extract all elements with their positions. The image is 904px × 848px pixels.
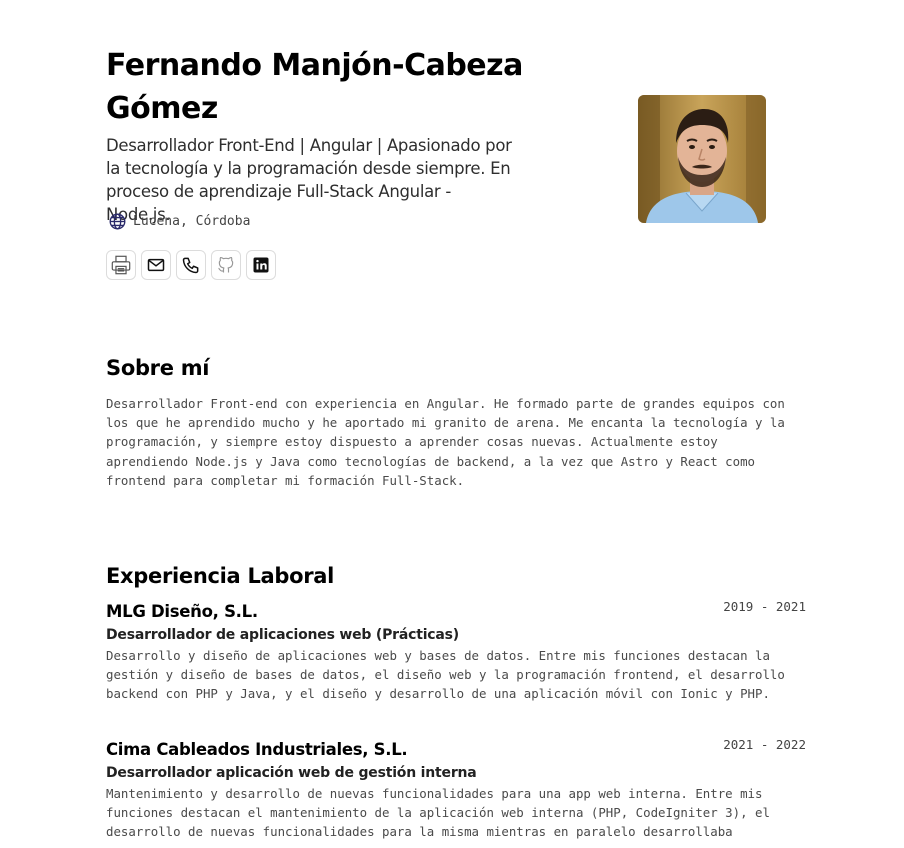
experience-section: Experiencia Laboral MLG Diseño, S.L. 201… <box>106 564 806 841</box>
profile-name: Fernando Manjón-Cabeza Gómez <box>106 48 523 126</box>
about-title: Sobre mí <box>106 356 210 380</box>
print-button[interactable] <box>106 250 136 280</box>
resume-page: Fernando Manjón-Cabeza Gómez Desarrollad… <box>106 0 806 839</box>
github-button[interactable] <box>211 250 241 280</box>
email-button[interactable] <box>141 250 171 280</box>
linkedin-icon <box>252 256 270 274</box>
job-description: Mantenimiento y desarrollo de nuevas fun… <box>106 785 770 840</box>
job-dates: 2019 - 2021 <box>723 599 806 614</box>
about-text: Desarrollador Front-end con experiencia … <box>106 396 785 488</box>
printer-icon <box>110 254 132 276</box>
github-icon <box>216 255 236 275</box>
job-item: MLG Diseño, S.L. 2019 - 2021 Desarrollad… <box>106 599 806 704</box>
job-role: Desarrollador aplicación web de gestión … <box>106 764 477 781</box>
mail-icon <box>146 255 166 275</box>
profile-photo <box>638 95 766 223</box>
location-label: Lucena, Córdoba <box>133 214 251 229</box>
job-role: Desarrollador de aplicaciones web (Práct… <box>106 627 459 643</box>
experience-title: Experiencia Laboral <box>106 564 335 588</box>
globe-icon <box>108 212 127 231</box>
contact-links <box>106 250 276 280</box>
job-description: Desarrollo y diseño de aplicaciones web … <box>106 648 785 702</box>
profile-header: Fernando Manjón-Cabeza Gómez Desarrollad… <box>106 0 806 300</box>
about-section: Sobre mí Desarrollador Front-end con exp… <box>106 356 806 490</box>
linkedin-button[interactable] <box>246 250 276 280</box>
job-company: Cima Cableados Industriales, S.L. <box>106 739 408 759</box>
profile-location: Lucena, Córdoba <box>108 212 250 231</box>
job-company: MLG Diseño, S.L. <box>106 602 258 621</box>
job-dates: 2021 - 2022 <box>723 736 806 752</box>
phone-button[interactable] <box>176 250 206 280</box>
job-item: Cima Cableados Industriales, S.L. 2021 -… <box>106 736 806 842</box>
phone-icon <box>181 255 201 275</box>
